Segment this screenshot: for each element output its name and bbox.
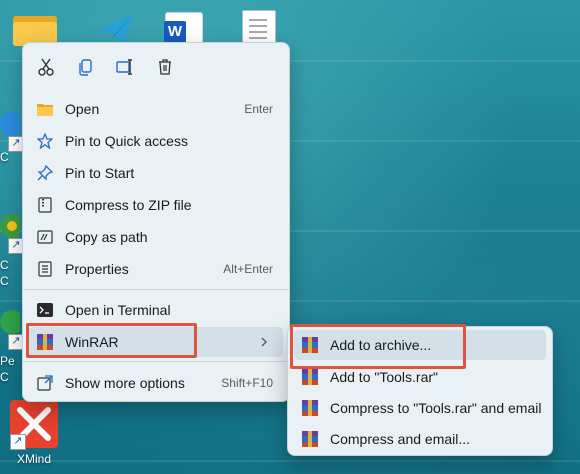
desktop-icon-label: C (0, 258, 9, 272)
word-letter: W (164, 21, 186, 43)
highlight-box-winrar (26, 323, 197, 358)
more-options-icon (37, 375, 53, 391)
submenu-item-label: Add to "Tools.rar" (330, 369, 438, 385)
xmind-label: XMind (17, 452, 52, 466)
winrar-icon (302, 369, 318, 385)
copy-icon[interactable] (75, 56, 97, 78)
properties-icon (37, 261, 53, 277)
shortcut-arrow-icon: ↗ (10, 434, 26, 450)
menu-item-label: Show more options (65, 375, 185, 391)
desktop-icon-label: C (0, 370, 9, 384)
cut-icon[interactable] (35, 56, 57, 78)
delete-icon[interactable] (154, 56, 176, 78)
zip-icon (37, 197, 53, 213)
menu-item-label: Compress to ZIP file (65, 197, 192, 213)
menu-item-pin-start[interactable]: Pin to Start (29, 158, 283, 188)
desktop-icon-label: C (0, 150, 9, 164)
menu-item-label: Pin to Quick access (65, 133, 188, 149)
submenu-item-compress-tools-rar-email[interactable]: Compress to "Tools.rar" and email (294, 393, 546, 423)
context-menu-toolbar (23, 43, 289, 91)
menu-item-pin-quick-access[interactable]: Pin to Quick access (29, 126, 283, 156)
menu-item-label: Pin to Start (65, 165, 135, 181)
app-desktop-icon[interactable]: ↗ (0, 308, 24, 350)
submenu-item-label: Compress to "Tools.rar" and email (330, 400, 542, 416)
menu-item-compress-zip[interactable]: Compress to ZIP file (29, 190, 283, 220)
rename-icon[interactable] (114, 56, 136, 78)
star-icon (37, 133, 53, 149)
chrome-desktop-icon[interactable]: ↗ (0, 210, 24, 254)
menu-item-shortcut: Alt+Enter (223, 262, 273, 276)
menu-item-label: Properties (65, 261, 129, 277)
menu-separator (23, 289, 289, 290)
terminal-icon (37, 302, 53, 318)
menu-item-show-more-options[interactable]: Show more options Shift+F10 (29, 368, 283, 398)
wave-line (0, 460, 580, 462)
winrar-icon (302, 400, 318, 416)
winrar-icon (302, 431, 318, 447)
submenu-item-label: Compress and email... (330, 431, 471, 447)
submenu-item-compress-and-email[interactable]: Compress and email... (294, 424, 546, 454)
menu-item-shortcut: Enter (244, 102, 273, 116)
path-icon (37, 229, 53, 245)
highlight-box-add-to-archive (290, 324, 466, 369)
folder-desktop-icon[interactable] (13, 12, 57, 46)
xmind-desktop-icon[interactable]: ↗ (10, 400, 58, 450)
pin-icon (37, 165, 53, 181)
menu-item-copy-path[interactable]: Copy as path (29, 222, 283, 252)
menu-item-label: Open (65, 101, 100, 117)
desktop-icon-label: C (0, 274, 9, 288)
menu-item-open-terminal[interactable]: Open in Terminal (29, 295, 283, 325)
edge-desktop-icon[interactable]: ↗ (0, 108, 24, 152)
chevron-right-icon (259, 335, 269, 347)
menu-item-label: Open in Terminal (65, 302, 171, 318)
folder-icon (37, 101, 53, 117)
menu-item-open[interactable]: Open Enter (29, 94, 283, 124)
menu-item-label: Copy as path (65, 229, 148, 245)
desktop-icon-label: Pe (0, 354, 15, 368)
menu-separator (23, 361, 289, 362)
menu-item-properties[interactable]: Properties Alt+Enter (29, 254, 283, 284)
menu-item-shortcut: Shift+F10 (221, 376, 273, 390)
